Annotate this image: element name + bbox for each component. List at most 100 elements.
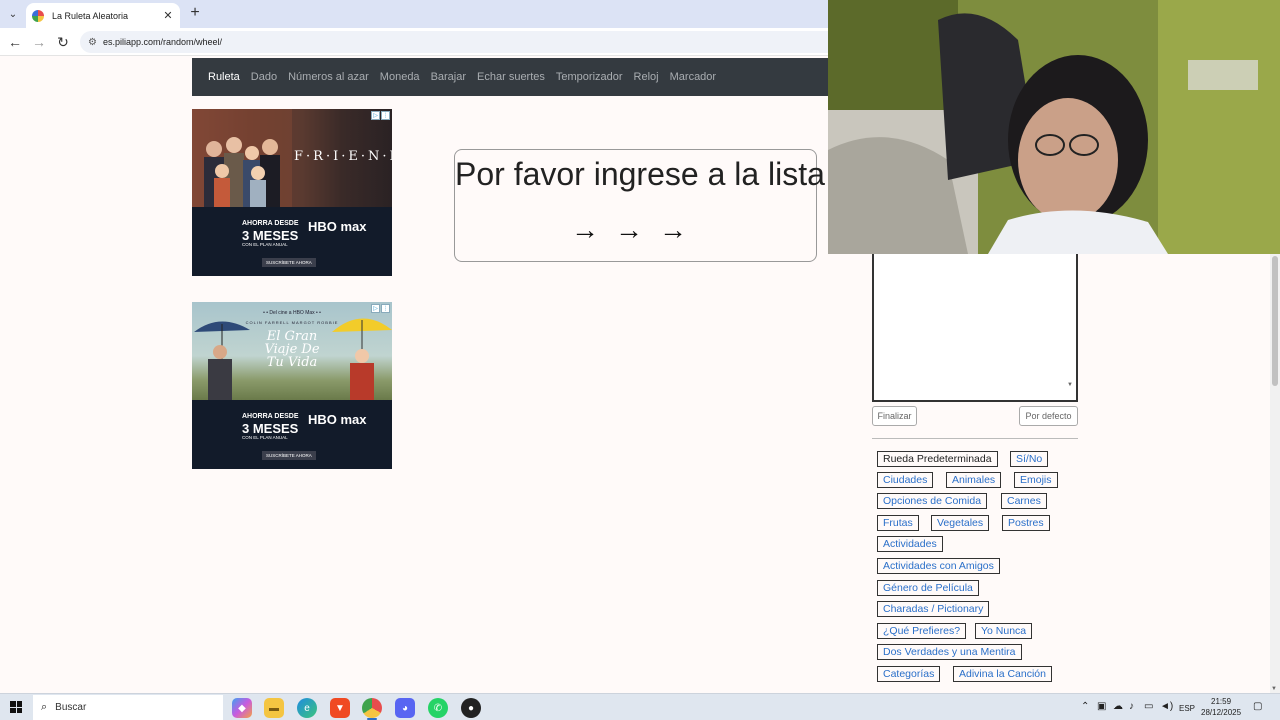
nav-reloj[interactable]: Reloj: [634, 71, 659, 83]
tray-microphone-icon[interactable]: ♪: [1129, 701, 1134, 712]
ad-movie-offer: AHORRA DESDE 3 MESES CON EL PLAN ANUAL H…: [192, 400, 392, 469]
ad-friends-ahorra: AHORRA DESDE: [242, 220, 299, 227]
ad-friends-cta[interactable]: SUSCRÍBETE AHORA: [262, 258, 316, 267]
nav-barajar[interactable]: Barajar: [431, 71, 466, 83]
preset-activities-friends[interactable]: Actividades con Amigos: [877, 558, 1000, 574]
ad-movie-plan: CON EL PLAN ANUAL: [242, 435, 288, 440]
file-explorer-icon[interactable]: ▬: [264, 698, 284, 718]
ad-friends-plan: CON EL PLAN ANUAL: [242, 242, 288, 247]
search-icon: ⌕: [41, 701, 48, 713]
notifications-icon[interactable]: ▢: [1253, 701, 1262, 712]
ad-movie-photo: • • Del cine a HBO Max • • COLIN FARRELL…: [192, 302, 392, 400]
hbo-max-logo: HBO max: [308, 412, 367, 427]
ad-banner-friends[interactable]: F·R·I·E·N·D·S AHORRA DESDE 3 MESES CON E…: [192, 109, 392, 276]
ad-choices[interactable]: ▷ ⋮: [371, 111, 390, 120]
preset-categories[interactable]: Categorías: [877, 666, 941, 682]
clock-time[interactable]: 21:59: [1211, 697, 1231, 706]
ad-movie-title: El Gran Viaje De Tu Vida: [264, 329, 320, 370]
scroll-down-icon[interactable]: ▼: [1271, 686, 1277, 692]
new-tab-plus-icon[interactable]: +: [186, 4, 204, 22]
tab-list-chevron-icon[interactable]: ⌄: [4, 5, 22, 23]
nav-marcador[interactable]: Marcador: [670, 71, 716, 83]
scroll-down-arrow-icon[interactable]: ▼: [1067, 382, 1073, 388]
favicon-icon: [32, 9, 44, 22]
default-button[interactable]: Por defecto: [1019, 406, 1078, 426]
reload-icon[interactable]: ↻: [54, 33, 72, 51]
wheel-list-textarea[interactable]: ▼: [872, 254, 1078, 402]
wheel-placeholder-prompt: Por favor ingrese a la lista →→→: [454, 149, 825, 262]
copilot-icon[interactable]: ◆: [232, 698, 252, 718]
page-scrollbar[interactable]: ▼: [1270, 254, 1280, 694]
windows-start-icon[interactable]: [10, 701, 22, 713]
preset-fruits[interactable]: Frutas: [877, 515, 919, 531]
adchoices-icon[interactable]: ▷: [371, 304, 380, 313]
tab-title: La Ruleta Aleatoria: [52, 10, 129, 21]
hbo-max-logo: HBO max: [308, 219, 367, 234]
back-arrow-icon[interactable]: ←: [6, 33, 24, 51]
language-indicator[interactable]: ESP: [1179, 704, 1195, 713]
ad-movie-meses: 3 MESES: [242, 421, 299, 436]
discord-icon[interactable]: ◕: [395, 698, 415, 718]
ad-movie-actors: COLIN FARRELL MARGOT ROBBIE: [245, 320, 339, 325]
ad-friends-meses: 3 MESES: [242, 228, 299, 243]
nav-echar-suertes[interactable]: Echar suertes: [477, 71, 545, 83]
chrome-browser-icon[interactable]: [362, 698, 382, 718]
nav-numeros[interactable]: Números al azar: [288, 71, 369, 83]
prompt-message: Por favor ingrese a la lista: [455, 156, 825, 192]
preset-activities[interactable]: Actividades: [877, 536, 943, 552]
preset-desserts[interactable]: Postres: [1002, 515, 1050, 531]
site-info-icon[interactable]: ⚙: [88, 37, 97, 48]
ad-menu-icon[interactable]: ⋮: [381, 111, 390, 120]
ad-menu-icon[interactable]: ⋮: [381, 304, 390, 313]
preset-default-wheel[interactable]: Rueda Predeterminada: [877, 451, 998, 467]
ad-choices[interactable]: ▷ ⋮: [371, 304, 390, 313]
preset-cities[interactable]: Ciudades: [877, 472, 934, 488]
site-navbar: Ruleta Dado Números al azar Moneda Baraj…: [192, 58, 832, 96]
recorder-app-icon[interactable]: ●: [461, 698, 481, 718]
preset-two-truths[interactable]: Dos Verdades y una Mentira: [877, 644, 1022, 660]
finalize-button[interactable]: Finalizar: [872, 406, 917, 426]
preset-emojis[interactable]: Emojis: [1014, 472, 1058, 488]
preset-food-options[interactable]: Opciones de Comida: [877, 493, 988, 509]
adchoices-icon[interactable]: ▷: [371, 111, 380, 120]
tray-chevron-up-icon[interactable]: ⌃: [1081, 701, 1089, 712]
ad-movie-cta[interactable]: SUSCRÍBETE AHORA: [262, 451, 316, 460]
taskbar-search[interactable]: ⌕ Buscar: [33, 695, 223, 720]
right-arrows-icon: →→→: [571, 214, 703, 245]
preset-movie-genre[interactable]: Género de Película: [877, 580, 979, 596]
forward-arrow-icon[interactable]: →: [30, 33, 48, 51]
tray-device-icon[interactable]: ▣: [1097, 701, 1106, 712]
nav-dado[interactable]: Dado: [251, 71, 277, 83]
brave-browser-icon[interactable]: ▼: [330, 698, 350, 718]
divider: [872, 438, 1078, 439]
preset-vegetables[interactable]: Vegetales: [931, 515, 990, 531]
nav-temporizador[interactable]: Temporizador: [556, 71, 623, 83]
ad-movie-tagline: • • Del cine a HBO Max • •: [263, 310, 321, 316]
preset-meats[interactable]: Carnes: [1001, 493, 1047, 509]
preset-never-have-i[interactable]: Yo Nunca: [975, 623, 1033, 639]
ad-friends-photo: F·R·I·E·N·D·S: [192, 109, 392, 207]
nav-moneda[interactable]: Moneda: [380, 71, 420, 83]
clock-date[interactable]: 28/12/2025: [1201, 708, 1241, 717]
tray-volume-icon[interactable]: ◄): [1160, 701, 1173, 712]
browser-tab[interactable]: La Ruleta Aleatoria ✕: [26, 3, 180, 28]
webcam-overlay: [828, 0, 1280, 254]
edge-browser-icon[interactable]: e: [297, 698, 317, 718]
preset-guess-song[interactable]: Adivina la Canción: [953, 666, 1052, 682]
tray-cloud-icon[interactable]: ☁: [1113, 701, 1123, 712]
preset-animals[interactable]: Animales: [946, 472, 1002, 488]
ad-friends-logo: F·R·I·E·N·D·S: [294, 149, 392, 164]
url-field[interactable]: ⚙ es.piliapp.com/random/wheel/: [80, 31, 840, 53]
preset-would-you-rather[interactable]: ¿Qué Prefieres?: [877, 623, 967, 639]
ad-movie-ahorra: AHORRA DESDE: [242, 413, 299, 420]
tray-network-icon[interactable]: ▭: [1144, 701, 1153, 712]
search-label: Buscar: [55, 702, 87, 713]
whatsapp-icon[interactable]: ✆: [428, 698, 448, 718]
nav-ruleta[interactable]: Ruleta: [208, 71, 240, 83]
ad-banner-movie[interactable]: • • Del cine a HBO Max • • COLIN FARRELL…: [192, 302, 392, 469]
preset-charades[interactable]: Charadas / Pictionary: [877, 601, 990, 617]
url-text: es.piliapp.com/random/wheel/: [102, 37, 223, 47]
preset-yes-no[interactable]: Sí/No: [1010, 451, 1049, 467]
close-tab-icon[interactable]: ✕: [162, 9, 174, 22]
scrollbar-thumb[interactable]: [1272, 256, 1278, 386]
